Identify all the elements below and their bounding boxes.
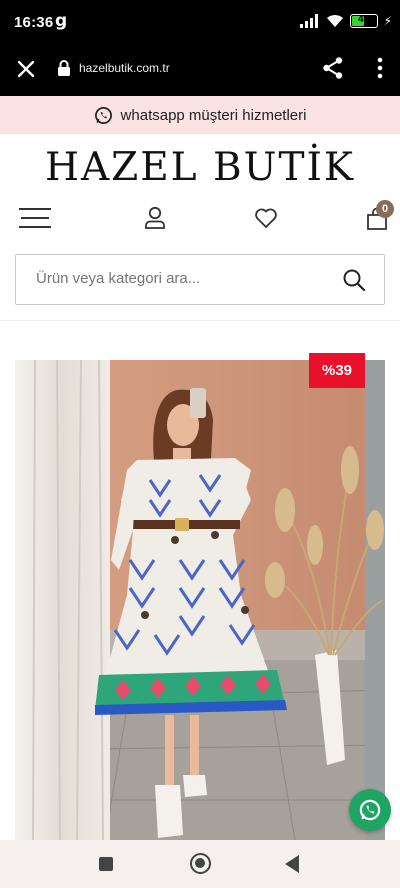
system-nav-bar: [0, 840, 400, 888]
battery-level: 49: [358, 14, 370, 25]
search-box: [15, 254, 385, 305]
browser-url[interactable]: hazelbutik.com.tr: [79, 61, 170, 75]
search-icon[interactable]: [342, 268, 366, 292]
signal-icon: [299, 14, 318, 28]
menu-icon[interactable]: [19, 208, 51, 230]
charging-bolt-icon: ⚡: [383, 14, 392, 28]
user-icon[interactable]: [144, 206, 166, 230]
status-bar: 16:36 g 49 ⚡: [0, 0, 400, 46]
site-logo[interactable]: HAZEL BUTİK: [0, 146, 400, 190]
discount-badge: %39: [309, 353, 365, 388]
recents-icon[interactable]: [99, 857, 113, 871]
status-time: 16:36: [14, 14, 54, 31]
product-image[interactable]: [15, 360, 385, 840]
wifi-icon: [326, 14, 343, 27]
whatsapp-icon: [359, 799, 381, 821]
whatsapp-icon: [94, 106, 112, 124]
divider: [0, 320, 400, 321]
battery-icon: 49: [349, 14, 378, 28]
search-input[interactable]: [36, 270, 326, 287]
share-icon[interactable]: [322, 56, 344, 80]
whatsapp-banner[interactable]: whatsapp müşteri hizmetleri: [0, 96, 400, 134]
close-icon[interactable]: [14, 57, 38, 81]
browser-toolbar: hazelbutik.com.tr: [0, 46, 400, 96]
whatsapp-float-button[interactable]: [349, 789, 391, 831]
whatsapp-banner-label: whatsapp müşteri hizmetleri: [120, 106, 307, 124]
more-vert-icon[interactable]: [376, 56, 384, 80]
cart-count-badge: 0: [376, 200, 394, 218]
lock-icon: [58, 60, 70, 76]
heart-icon[interactable]: [254, 207, 278, 229]
carrier-icon: g: [55, 11, 68, 31]
status-icons: 49 ⚡: [299, 14, 392, 28]
product-photo: [15, 360, 385, 840]
home-icon[interactable]: [190, 853, 211, 874]
back-icon[interactable]: [285, 855, 299, 873]
header-icons: 0: [0, 200, 400, 236]
